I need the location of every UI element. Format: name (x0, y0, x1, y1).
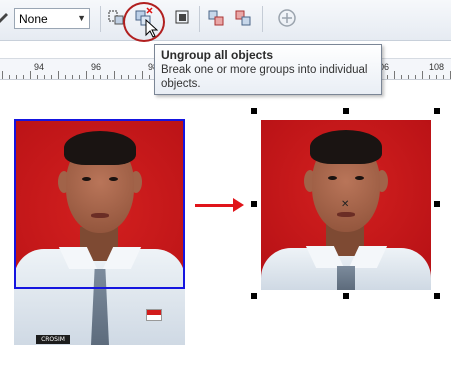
ruler-tick (58, 71, 59, 79)
tooltip-title: Ungroup all objects (161, 48, 274, 62)
ruler-tick (79, 75, 80, 79)
combine-icon[interactable] (205, 7, 227, 29)
ruler-tick (443, 75, 444, 79)
tooltip-description: Break one or more groups into individual… (161, 64, 368, 90)
group-icon[interactable] (172, 7, 194, 29)
ruler-tick (86, 71, 87, 79)
ruler-tick (2, 71, 3, 79)
ruler-label: 96 (91, 62, 102, 72)
ruler-tick (9, 75, 10, 79)
ruler-tick (394, 71, 395, 79)
toolbar-separator (262, 6, 263, 32)
selection-handle[interactable] (434, 108, 440, 114)
arrow-right-icon (233, 198, 244, 212)
dropdown-value: None (19, 12, 48, 26)
ruler-tick (114, 71, 115, 79)
selection-handle[interactable] (251, 293, 257, 299)
ruler-tick (30, 71, 31, 79)
ruler-tick (415, 75, 416, 79)
mouth (337, 212, 355, 217)
flag-badge (146, 309, 162, 321)
arrow-line (195, 204, 235, 207)
ruler-tick (16, 75, 17, 79)
selection-handle[interactable] (251, 201, 257, 207)
ruler-tick (149, 75, 150, 79)
ruler-label: 108 (429, 62, 445, 72)
eye-left (328, 176, 337, 180)
ruler-tick (93, 75, 94, 79)
selection-handle[interactable] (343, 293, 349, 299)
ruler-tick (436, 75, 437, 79)
eye-right (355, 176, 364, 180)
ruler-tick (401, 75, 402, 79)
ruler-tick (422, 71, 423, 79)
break-apart-icon[interactable] (232, 7, 254, 29)
ruler-label: 94 (34, 62, 45, 72)
selection-handle[interactable] (434, 293, 440, 299)
ruler-tick (408, 75, 409, 79)
selection-box (14, 119, 185, 289)
ruler-tick (429, 75, 430, 79)
ruler-tick (142, 71, 143, 79)
toolbar-separator (199, 6, 200, 32)
ruler-tick (135, 75, 136, 79)
ruler-tick (65, 75, 66, 79)
ruler-tick (44, 75, 45, 79)
ruler-tick (128, 75, 129, 79)
outline-pen-icon[interactable] (0, 7, 14, 29)
right-photo[interactable]: ✕ (261, 120, 431, 290)
tie (337, 266, 355, 290)
ruler-tick (121, 75, 122, 79)
center-marker-icon[interactable]: ✕ (341, 199, 349, 210)
chevron-down-icon: ▼ (77, 13, 86, 23)
ruler-tick (100, 75, 101, 79)
ruler-tick (51, 75, 52, 79)
hair (310, 130, 382, 164)
ruler-tick (23, 75, 24, 79)
ruler-tick (387, 75, 388, 79)
ruler-tick (37, 75, 38, 79)
ruler-tick (72, 75, 73, 79)
ruler-tick (107, 75, 108, 79)
tooltip: Ungroup all objects Break one or more gr… (154, 44, 382, 95)
cursor-icon (140, 18, 162, 40)
selection-handle[interactable] (343, 108, 349, 114)
add-icon[interactable] (276, 7, 298, 29)
outline-width-dropdown[interactable]: None ▼ (14, 8, 90, 29)
toolbar-separator (100, 6, 101, 32)
selection-handle[interactable] (251, 108, 257, 114)
nameplate: CROSIM (36, 335, 70, 344)
toolbar: None ▼ (0, 0, 451, 42)
selection-handle[interactable] (434, 201, 440, 207)
